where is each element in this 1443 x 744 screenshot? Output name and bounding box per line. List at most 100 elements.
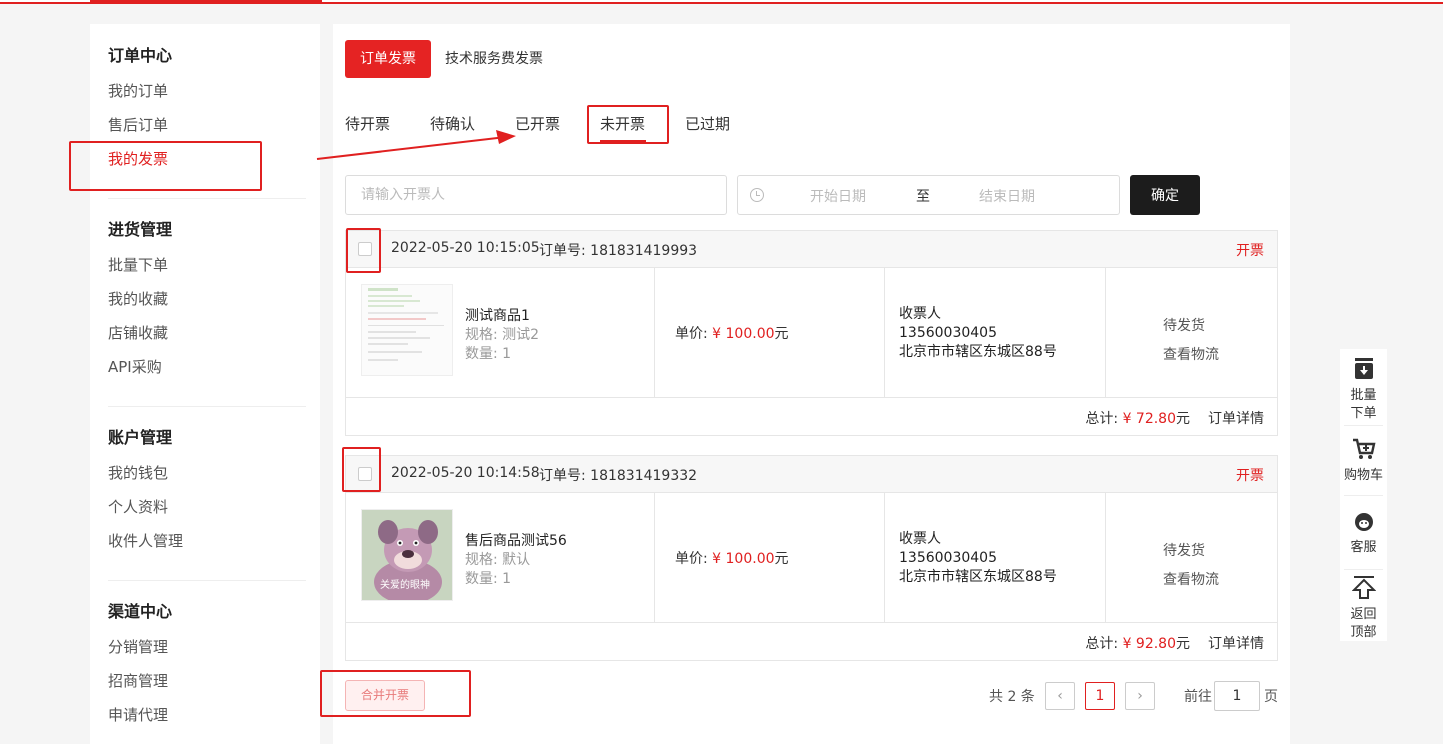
order-total: 总计: ¥ 92.80元: [1085, 633, 1190, 653]
order-total-label: 总计:: [1085, 636, 1119, 652]
order-checkbox[interactable]: [358, 242, 372, 256]
unit-price: 单价: ¥ 100.00元: [675, 548, 789, 568]
sidebar-divider: [108, 406, 306, 407]
unit-price: 单价: ¥ 100.00元: [675, 323, 789, 343]
product-name[interactable]: 测试商品1: [465, 305, 530, 325]
float-cart-label: 购物车: [1343, 468, 1383, 483]
sidebar-group-account: 账户管理 我的钱包 个人资料 收件人管理: [108, 423, 308, 558]
date-range-picker[interactable]: 开始日期 至 结束日期: [737, 175, 1120, 215]
product-name[interactable]: 售后商品测试56: [465, 530, 567, 550]
product-thumbnail: [361, 284, 453, 376]
sidebar-item-distribution[interactable]: 分销管理: [108, 630, 308, 664]
merge-invoice-button[interactable]: 合并开票: [345, 680, 425, 711]
goto-page-input[interactable]: [1214, 681, 1260, 711]
shipping-status: 待发货: [1163, 318, 1205, 334]
order-total-label: 总计:: [1085, 411, 1119, 427]
receiver-address: 北京市市辖区东城区88号: [899, 569, 1057, 585]
order-detail-link[interactable]: 订单详情: [1208, 633, 1264, 653]
float-back-to-top[interactable]: 返回 顶部: [1340, 574, 1387, 642]
receiver-cell: 收票人 13560030405 北京市市辖区东城区88号: [885, 268, 1106, 397]
unit-price-unit: 元: [774, 326, 789, 342]
order-footer: 总计: ¥ 92.80元 订单详情: [346, 623, 1277, 660]
status-cell: 待发货 查看物流: [1106, 493, 1277, 622]
price-cell: 单价: ¥ 100.00元: [655, 493, 885, 622]
goto-unit: 页: [1264, 689, 1278, 705]
product-quantity: 数量: 1: [465, 346, 512, 362]
order-total: 总计: ¥ 72.80元: [1085, 408, 1190, 428]
pagination-total: 共 2 条: [989, 689, 1035, 705]
status-tab-issued[interactable]: 已开票: [515, 112, 560, 136]
float-batch-line2: 下单: [1350, 406, 1377, 421]
receiver-cell: 收票人 13560030405 北京市市辖区东城区88号: [885, 493, 1106, 622]
floating-toolbar: 批量 下单 购物车 客服 返回 顶部: [1340, 349, 1387, 641]
shopping-cart-icon: [1352, 438, 1375, 459]
unit-price-unit: 元: [774, 551, 789, 567]
sidebar-item-apply-agent[interactable]: 申请代理: [108, 698, 308, 732]
receiver-info: 收票人 13560030405 北京市市辖区东城区88号: [899, 530, 1057, 587]
sidebar: 订单中心 我的订单 售后订单 我的发票 进货管理 批量下单 我的收藏 店铺收藏 …: [90, 24, 320, 744]
float-divider: [1344, 425, 1383, 426]
view-logistics-link[interactable]: 查看物流: [1163, 344, 1219, 364]
receiver-phone: 13560030405: [899, 550, 997, 566]
order-checkbox[interactable]: [358, 467, 372, 481]
order-body: 测试商品1 规格: 测试2 数量: 1 单价: ¥ 100.00元 收票人 13…: [346, 268, 1277, 398]
sidebar-item-investment[interactable]: 招商管理: [108, 664, 308, 698]
order-card: 2022-05-20 10:14:58 订单号: 181831419332 开票: [345, 455, 1278, 661]
view-logistics-link[interactable]: 查看物流: [1163, 569, 1219, 589]
sidebar-item-profile[interactable]: 个人资料: [108, 490, 308, 524]
float-customer-service[interactable]: 客服: [1340, 511, 1387, 557]
sidebar-item-receivers[interactable]: 收件人管理: [108, 524, 308, 558]
clock-icon: [750, 188, 764, 202]
unit-price-value: ¥ 100.00: [712, 551, 775, 567]
sidebar-group-order-center: 订单中心 我的订单 售后订单 我的发票: [108, 41, 308, 176]
status-tab-not-issued[interactable]: 未开票: [600, 112, 645, 136]
order-number: 订单号: 181831419993: [539, 243, 698, 259]
order-body: 关爱的眼神 售后商品测试56 规格: 默认 数量: 1 单价: ¥ 100.00…: [346, 493, 1277, 623]
product-screenshot-image: [362, 285, 452, 375]
receiver-address: 北京市市辖区东城区88号: [899, 344, 1057, 360]
order-detail-link[interactable]: 订单详情: [1208, 408, 1264, 428]
tab-service-fee-invoice[interactable]: 技术服务费发票: [445, 40, 543, 78]
order-header: 2022-05-20 10:15:05 订单号: 181831419993 开票: [346, 231, 1277, 268]
tab-order-invoice[interactable]: 订单发票: [345, 40, 431, 78]
sidebar-item-my-orders[interactable]: 我的订单: [108, 74, 308, 108]
sidebar-item-api-purchase[interactable]: API采购: [108, 350, 308, 384]
issue-invoice-link[interactable]: 开票: [1236, 465, 1264, 485]
download-tray-icon: [1354, 358, 1373, 379]
confirm-button[interactable]: 确定: [1130, 175, 1200, 215]
next-page-button[interactable]: ›: [1125, 682, 1155, 710]
sidebar-item-favorites[interactable]: 我的收藏: [108, 282, 308, 316]
invoicer-search-input[interactable]: [345, 175, 727, 215]
float-cart[interactable]: 购物车: [1340, 437, 1387, 485]
start-date-field[interactable]: 开始日期: [810, 186, 870, 206]
page-number-button[interactable]: 1: [1085, 682, 1115, 710]
sidebar-item-aftersale-orders[interactable]: 售后订单: [108, 108, 308, 142]
sidebar-divider: [108, 580, 306, 581]
float-batch-order[interactable]: 批量 下单: [1340, 357, 1387, 423]
unit-price-value: ¥ 100.00: [712, 326, 775, 342]
price-cell: 单价: ¥ 100.00元: [655, 268, 885, 397]
status-cell: 待发货 查看物流: [1106, 268, 1277, 397]
order-card: 2022-05-20 10:15:05 订单号: 181831419993 开票: [345, 230, 1278, 436]
order-date: 2022-05-20 10:15:05: [391, 240, 540, 256]
float-back-top-line1: 返回: [1350, 607, 1377, 622]
goto-label: 前往: [1184, 689, 1212, 705]
float-divider: [1344, 495, 1383, 496]
product-spec: 规格: 默认: [465, 552, 531, 568]
sidebar-item-wallet[interactable]: 我的钱包: [108, 456, 308, 490]
end-date-field[interactable]: 结束日期: [979, 186, 1039, 206]
order-total-value: ¥ 72.80: [1122, 411, 1176, 427]
prev-page-button[interactable]: ‹: [1045, 682, 1075, 710]
sidebar-item-batch-order[interactable]: 批量下单: [108, 248, 308, 282]
issue-invoice-link[interactable]: 开票: [1236, 240, 1264, 260]
float-back-top-line2: 顶部: [1350, 625, 1377, 640]
sidebar-group-title: 进货管理: [108, 220, 173, 239]
product-cell: 测试商品1 规格: 测试2 数量: 1: [346, 268, 655, 397]
status-tab-expired[interactable]: 已过期: [685, 112, 730, 136]
product-quantity: 数量: 1: [465, 571, 512, 587]
order-date: 2022-05-20 10:14:58: [391, 465, 540, 481]
sidebar-item-shop-favorites[interactable]: 店铺收藏: [108, 316, 308, 350]
headset-icon: [1354, 513, 1373, 531]
receiver-info: 收票人 13560030405 北京市市辖区东城区88号: [899, 305, 1057, 362]
sidebar-item-my-invoices[interactable]: 我的发票: [108, 142, 308, 176]
